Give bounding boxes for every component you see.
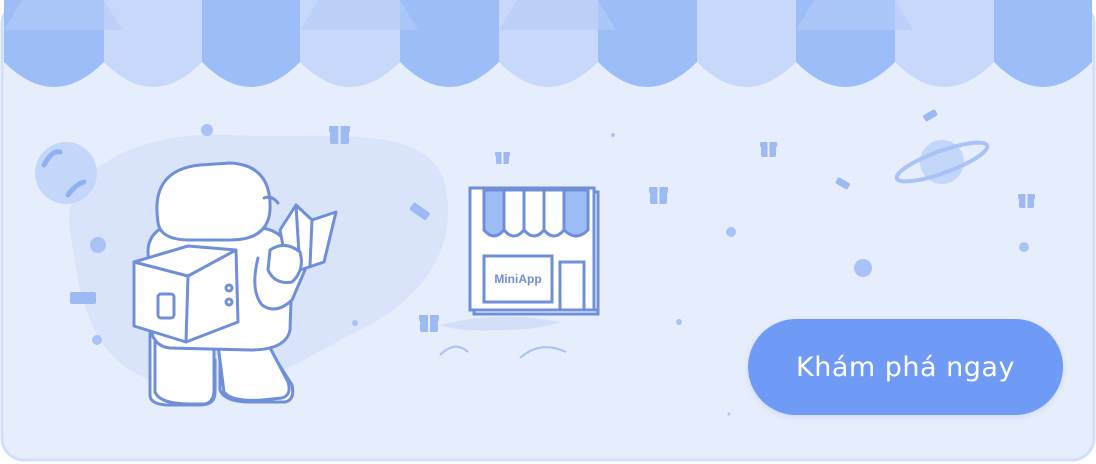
awning	[4, 0, 1092, 87]
promo-banner: MiniApp Khám phá ngay	[0, 0, 1096, 464]
explore-now-button[interactable]: Khám phá ngay	[748, 319, 1063, 415]
moon-icon	[35, 142, 97, 204]
shop-sign: MiniApp	[494, 272, 541, 286]
